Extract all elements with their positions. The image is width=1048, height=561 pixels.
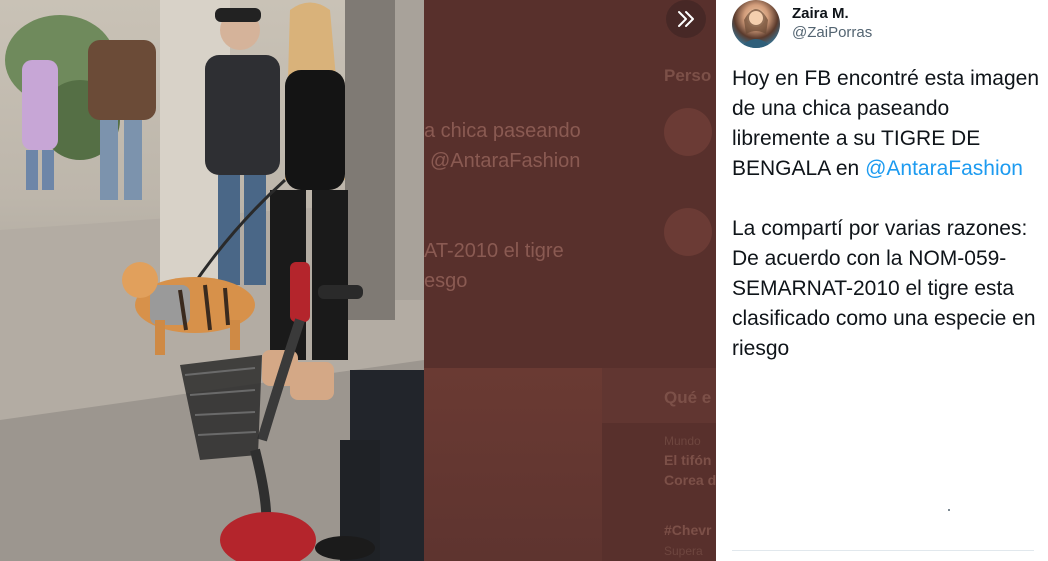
avatar[interactable]	[732, 0, 780, 48]
background-text: a chica paseando	[424, 120, 581, 142]
tweet-panel: Zaira M. @ZaiPorras Hoy en FB encontré e…	[716, 0, 1048, 561]
double-chevron-right-icon	[678, 11, 694, 27]
tweet-text-part2: La compartí por varias razones: De acuer…	[732, 217, 1036, 360]
expand-button[interactable]	[666, 0, 706, 38]
background-section-title: Qué e	[664, 388, 712, 407]
background-trend: El tifón	[664, 452, 712, 468]
mention-link[interactable]: @AntaraFashion	[865, 157, 1023, 180]
author-handle[interactable]: @ZaiPorras	[792, 24, 872, 41]
background-hashtag-sub: Supera	[664, 544, 703, 558]
tweet-text: Hoy en FB encontré esta imagen de una ch…	[732, 64, 1042, 364]
background-text: esgo	[424, 270, 468, 292]
background-trend: Corea d	[664, 472, 716, 488]
tweet-photo[interactable]	[0, 0, 424, 561]
divider	[732, 550, 1034, 551]
background-mention: @AntaraFashion	[430, 150, 581, 172]
background-timeline: a chica paseando @AntaraFashion AT-2010 …	[424, 0, 716, 561]
avatar-image	[740, 9, 772, 48]
background-avatar	[664, 108, 712, 156]
photo-scene	[0, 0, 424, 561]
dot-decoration	[948, 509, 950, 511]
background-trend-category: Mundo	[664, 434, 701, 448]
background-image	[424, 368, 602, 561]
background-avatar	[664, 208, 712, 256]
background-section-title: Perso	[664, 66, 712, 85]
background-hashtag: #Chevr	[664, 522, 712, 538]
background-text: AT-2010 el tigre	[424, 240, 564, 262]
author-name[interactable]: Zaira M.	[792, 5, 849, 22]
